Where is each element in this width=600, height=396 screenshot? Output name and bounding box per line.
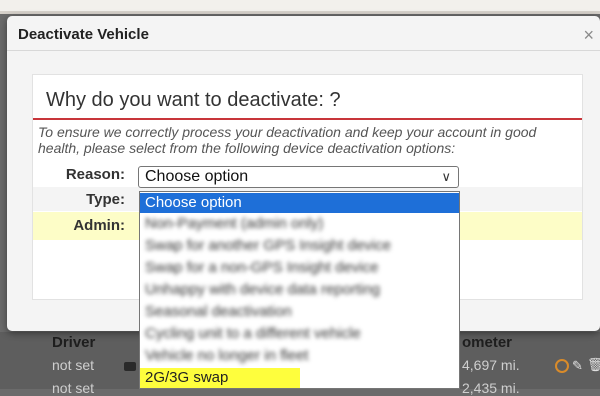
dialog-title: Deactivate Vehicle — [18, 26, 149, 43]
dialog-header: Deactivate Vehicle × — [7, 16, 600, 51]
option-seasonal[interactable]: Seasonal deactivation — [140, 302, 459, 322]
option-cycling-unit[interactable]: Cycling unit to a different vehicle — [140, 324, 459, 344]
option-2g-3g-swap[interactable]: 2G/3G swap — [140, 368, 300, 388]
row-driver-1: not set — [52, 357, 95, 373]
status-circle-icon[interactable] — [555, 359, 569, 373]
table-header-odometer: ometer — [462, 334, 513, 351]
row-odometer-1: 4,697 mi. — [462, 357, 520, 373]
chevron-down-icon: ∨ — [441, 169, 451, 184]
question-heading: Why do you want to deactivate: ? — [46, 89, 341, 111]
background-top-bar — [0, 0, 600, 14]
reason-dropdown-list: Choose option Non-Payment (admin only) S… — [139, 191, 460, 389]
reason-select[interactable]: Choose option ∨ — [138, 166, 459, 188]
row-odometer-2: 2,435 mi. — [462, 380, 520, 396]
option-swap-non-gps-insight[interactable]: Swap for a non-GPS Insight device — [140, 258, 459, 278]
type-label: Type: — [86, 191, 125, 208]
heading-divider — [33, 118, 582, 120]
option-unhappy-reporting[interactable]: Unhappy with device data reporting — [140, 280, 459, 300]
edit-pencil-icon[interactable]: ✎ — [572, 358, 583, 374]
option-no-longer-in-fleet[interactable]: Vehicle no longer in fleet — [140, 346, 459, 366]
close-icon[interactable]: × — [583, 25, 594, 46]
background-stripe — [0, 11, 600, 14]
table-header-driver: Driver — [52, 334, 96, 351]
option-choose-option[interactable]: Choose option — [140, 193, 459, 213]
option-non-payment[interactable]: Non-Payment (admin only) — [140, 214, 459, 234]
reason-label: Reason: — [65, 166, 125, 183]
truck-icon — [124, 362, 136, 371]
reason-select-value: Choose option — [145, 168, 249, 185]
option-swap-gps-insight[interactable]: Swap for another GPS Insight device — [140, 236, 459, 256]
row-driver-2: not set — [52, 380, 95, 396]
admin-label: Admin: — [73, 217, 125, 234]
delete-trash-icon[interactable]: 🗑 — [587, 357, 600, 373]
intro-text: To ensure we correctly process your deac… — [38, 124, 537, 156]
